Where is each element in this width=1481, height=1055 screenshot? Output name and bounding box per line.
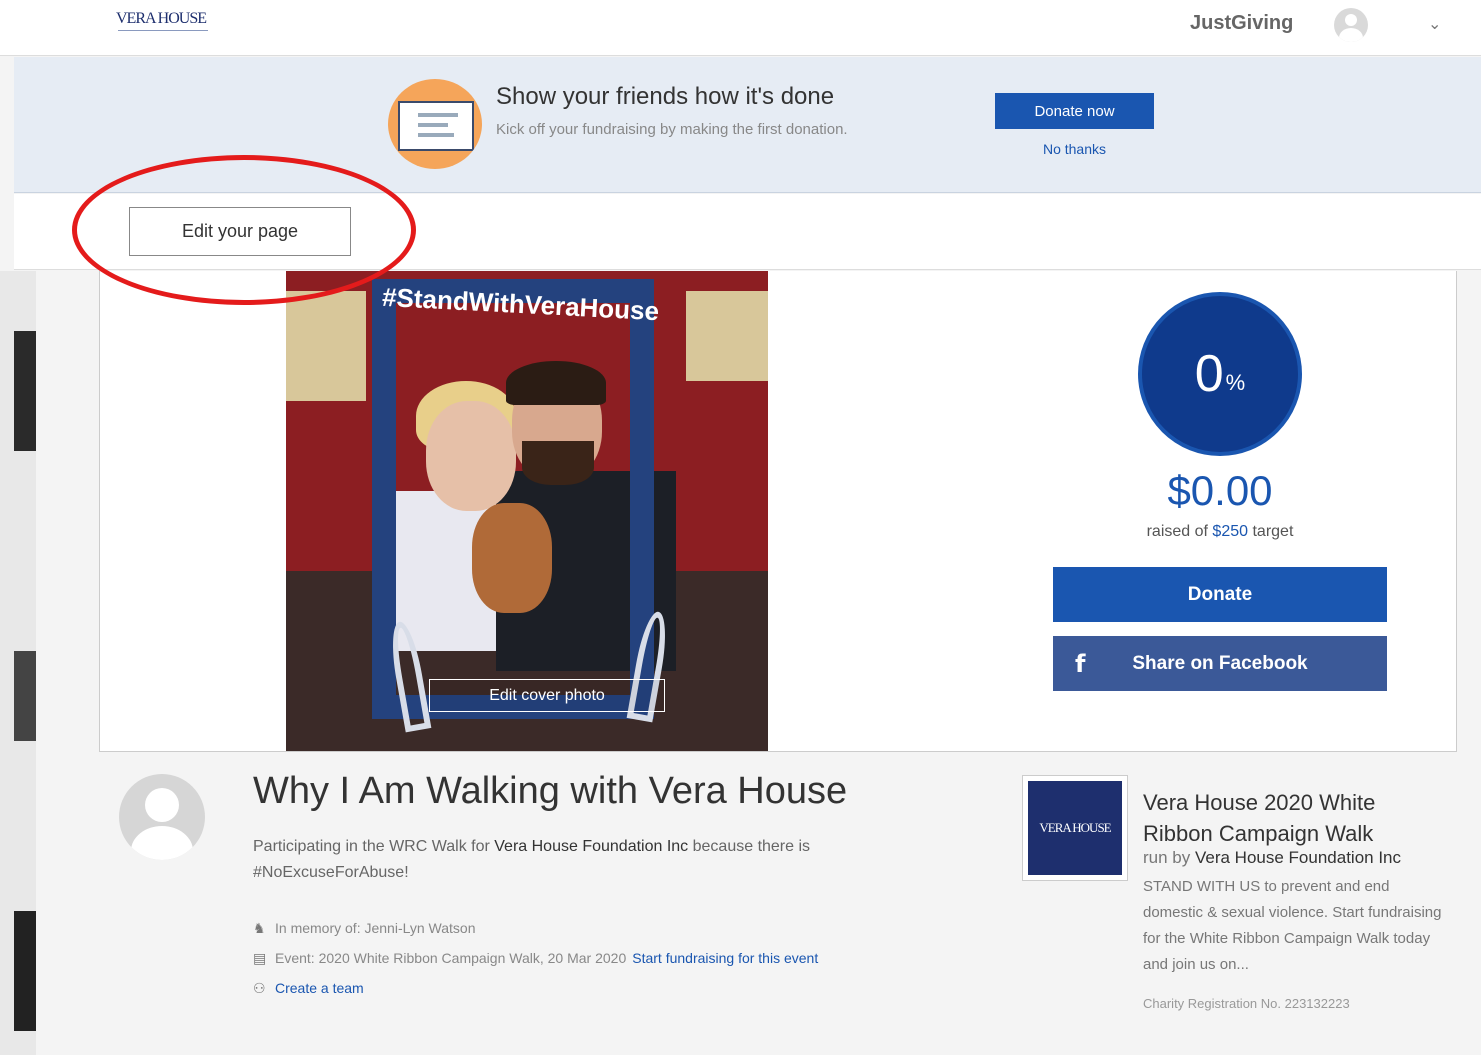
progress-percent-circle: 0 % — [1138, 292, 1302, 456]
avatar-head — [1345, 14, 1357, 26]
avatar-body — [131, 826, 193, 860]
event-row: ▤ Event: 2020 White Ribbon Campaign Walk,… — [253, 950, 818, 967]
memory-row: ♞ In memory of: Jenni-Lyn Watson — [253, 920, 475, 937]
memory-text: In memory of: Jenni-Lyn Watson — [275, 920, 476, 936]
donate-button[interactable]: Donate — [1053, 567, 1387, 622]
desc-org-link[interactable]: Vera House Foundation Inc — [494, 838, 688, 855]
screen-line — [418, 123, 448, 127]
charity-logo[interactable]: VERA HOUSE — [1022, 775, 1128, 881]
justgiving-brand[interactable]: JustGiving — [1190, 12, 1293, 35]
percent-sign: % — [1225, 370, 1246, 395]
raised-of-prefix: raised of — [1146, 523, 1208, 540]
raised-target-text: raised of $250 target — [1053, 523, 1387, 541]
top-navbar: VERA HOUSE JustGiving ⌄ — [0, 0, 1481, 56]
logo-underline — [118, 30, 208, 34]
edit-cover-photo-button[interactable]: Edit cover photo — [429, 679, 665, 712]
laptop-illustration-icon — [388, 79, 482, 169]
avatar-body — [1339, 28, 1363, 42]
photo-shadow — [14, 331, 36, 451]
photo-window — [286, 291, 366, 401]
share-label: Share on Facebook — [1132, 652, 1308, 674]
desc-prefix: Participating in the WRC Walk for — [253, 838, 490, 855]
background-photo-strip — [0, 271, 36, 1055]
team-icon: ⚇ — [253, 981, 266, 997]
charity-org-link[interactable]: Vera House Foundation Inc — [1195, 848, 1401, 867]
share-on-facebook-button[interactable]: f Share on Facebook — [1053, 636, 1387, 691]
screen-line — [418, 113, 458, 117]
page-title: Why I Am Walking with Vera House — [253, 770, 848, 812]
create-team-link[interactable]: Create a team — [275, 980, 364, 996]
calendar-icon: ▤ — [253, 951, 267, 967]
charity-description: STAND WITH US to prevent and end domesti… — [1143, 878, 1442, 973]
team-row: ⚇ Create a team — [253, 980, 364, 997]
run-by-prefix: run by — [1143, 848, 1191, 867]
photo-shadow — [14, 651, 36, 741]
facebook-icon: f — [1075, 650, 1086, 678]
raised-amount: $0.00 — [1167, 467, 1273, 514]
page-description: Participating in the WRC Walk for Vera H… — [253, 834, 893, 886]
screen-line — [418, 133, 454, 137]
avatar-head — [145, 788, 179, 822]
no-thanks-link[interactable]: No thanks — [995, 141, 1154, 157]
target-amount: $250 — [1212, 523, 1249, 540]
target-suffix: target — [1252, 523, 1294, 540]
charity-event-name[interactable]: Vera House 2020 White Ribbon Campaign Wa… — [1143, 787, 1443, 849]
charity-registration: Charity Registration No. 223132223 — [1143, 996, 1350, 1011]
donate-now-button[interactable]: Donate now — [995, 93, 1154, 129]
fundraiser-avatar[interactable] — [119, 774, 205, 860]
user-avatar-icon[interactable] — [1334, 8, 1368, 42]
charity-logo-mark: VERA HOUSE — [1028, 781, 1122, 875]
vera-house-logo[interactable]: VERA HOUSE — [116, 10, 207, 28]
start-fundraising-link[interactable]: Start fundraising for this event — [632, 950, 818, 966]
progress-percent-value: 0 — [1194, 345, 1224, 403]
person-icon: ♞ — [253, 921, 266, 937]
highlight-annotation-oval — [72, 155, 416, 305]
event-text: Event: 2020 White Ribbon Campaign Walk, … — [275, 950, 627, 966]
banner-subtitle: Kick off your fundraising by making the … — [496, 121, 848, 138]
photo-window — [686, 291, 768, 381]
photo-shadow — [14, 911, 36, 1031]
banner-title: Show your friends how it's done — [496, 83, 835, 110]
charity-run-by: run by Vera House Foundation Inc — [1143, 848, 1401, 868]
chevron-down-icon[interactable]: ⌄ — [1428, 14, 1441, 34]
